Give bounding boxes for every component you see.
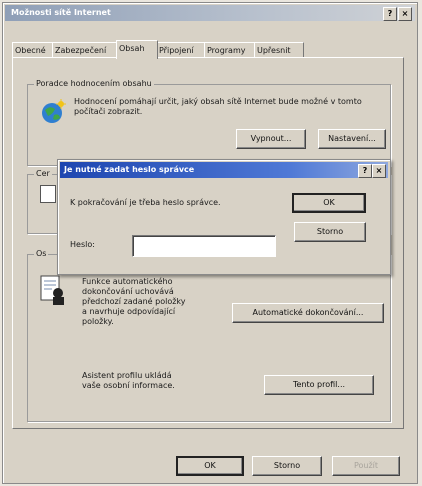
content-advisor-group: Poradce hodnocením obsahu Hodnocení pomá… xyxy=(27,79,391,166)
help-icon[interactable]: ? xyxy=(383,7,397,21)
certificate-icon xyxy=(40,185,56,203)
personal-info-group: Os Funkce automatického dokončování ucho… xyxy=(27,249,391,422)
ok-button[interactable]: OK xyxy=(176,456,244,476)
password-prompt-text: K pokračování je třeba heslo správce. xyxy=(70,198,221,207)
my-profile-button[interactable]: Tento profil... xyxy=(264,375,374,395)
personal-info-group-label: Os xyxy=(34,249,49,258)
autocomplete-description: Funkce automatického dokončování uchováv… xyxy=(82,277,186,326)
disable-button[interactable]: Vypnout... xyxy=(236,129,306,149)
tab-content[interactable]: Obsah xyxy=(116,40,158,59)
tab-programs[interactable]: Programy xyxy=(204,42,256,58)
tab-security[interactable]: Zabezpečení xyxy=(52,42,118,58)
window-title-bar[interactable]: Možnosti sítě Internet ? × xyxy=(5,5,415,21)
apply-button[interactable]: Použít xyxy=(332,456,400,476)
password-dialog: Je nutné zadat heslo správce ? × K pokra… xyxy=(57,159,391,275)
window-title: Možnosti sítě Internet xyxy=(11,8,111,17)
settings-button[interactable]: Nastavení... xyxy=(318,129,386,149)
personal-info-icon xyxy=(40,275,64,305)
dialog-help-icon[interactable]: ? xyxy=(358,164,372,178)
autocomplete-button[interactable]: Automatické dokončování... xyxy=(232,303,384,323)
password-dialog-title: Je nutné zadat heslo správce xyxy=(64,165,195,174)
dialog-ok-button[interactable]: OK xyxy=(292,193,366,213)
content-advisor-icon xyxy=(42,99,66,123)
close-icon[interactable]: × xyxy=(398,7,412,21)
certificates-group-label: Cer xyxy=(34,169,52,178)
password-dialog-title-bar[interactable]: Je nutné zadat heslo správce ? × xyxy=(60,162,388,178)
tab-advanced[interactable]: Upřesnit xyxy=(254,42,304,58)
content-advisor-description: Hodnocení pomáhají určit, jaký obsah sít… xyxy=(74,97,362,116)
content-advisor-group-label: Poradce hodnocením obsahu xyxy=(34,79,154,88)
cancel-button[interactable]: Storno xyxy=(252,456,322,476)
profile-description: Asistent profilu ukládá vaše osobní info… xyxy=(82,371,175,390)
dialog-cancel-button[interactable]: Storno xyxy=(294,222,366,242)
tab-general[interactable]: Obecné xyxy=(12,42,54,58)
password-input[interactable] xyxy=(132,235,276,257)
tab-connections[interactable]: Připojení xyxy=(156,42,206,58)
password-label: Heslo: xyxy=(70,240,95,249)
dialog-close-icon[interactable]: × xyxy=(372,164,386,178)
